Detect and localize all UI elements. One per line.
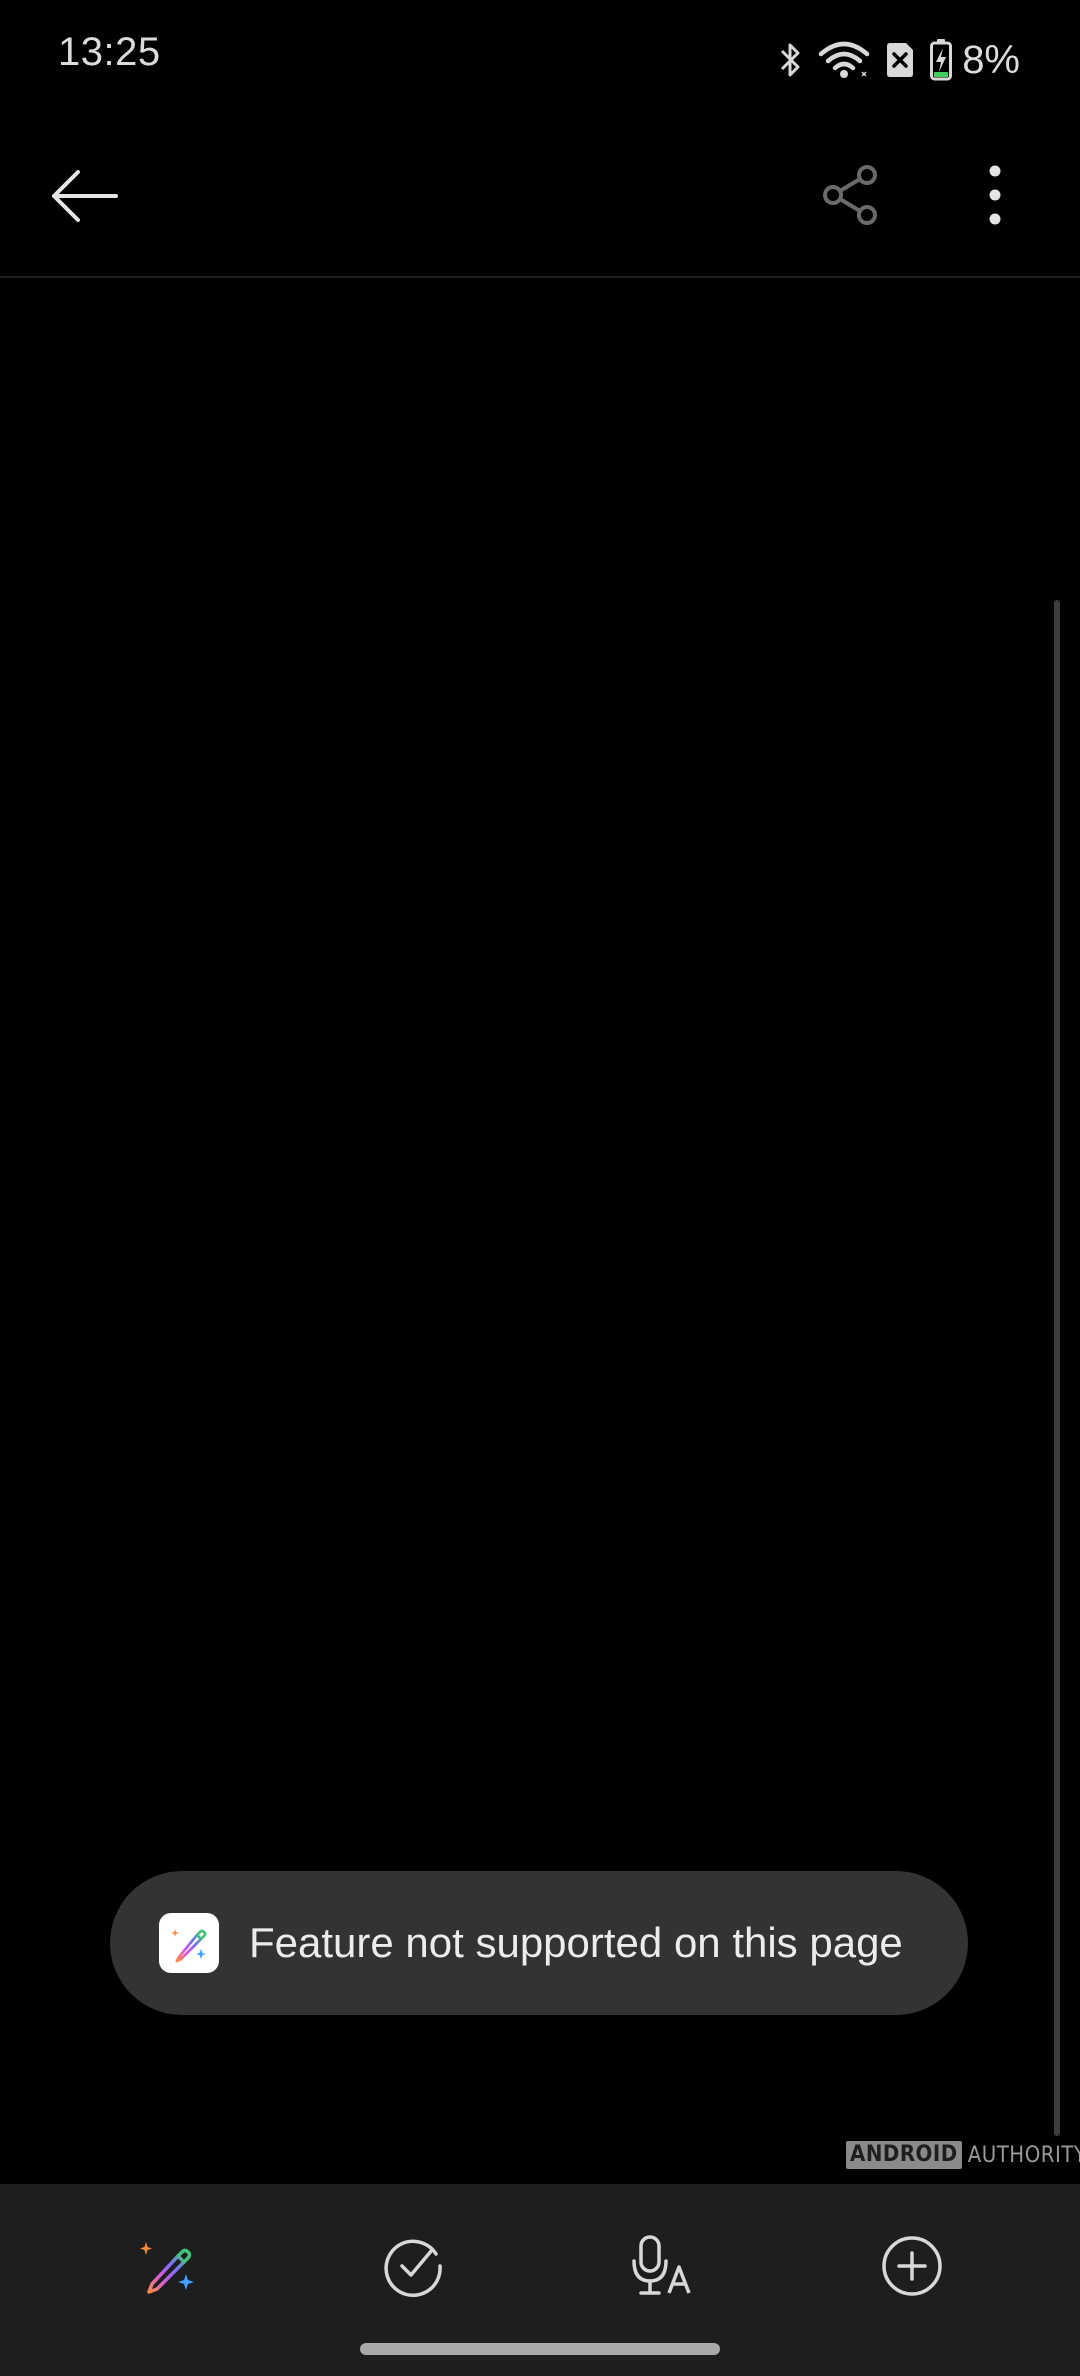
toast-notification: Feature not supported on this page <box>110 1871 968 2015</box>
toast-message: Feature not supported on this page <box>249 1919 903 1966</box>
add-button[interactable] <box>864 2220 960 2316</box>
more-options-button[interactable] <box>960 152 1030 242</box>
more-vertical-icon <box>987 165 1003 230</box>
scrollbar[interactable] <box>1054 600 1060 2136</box>
voice-to-text-icon <box>629 2231 699 2306</box>
watermark-brand-text: AUTHORITY <box>967 2142 1080 2168</box>
status-icons: 8% <box>778 30 1020 90</box>
wifi-icon <box>818 40 870 80</box>
battery-charging-icon <box>930 39 953 81</box>
ai-pen-sparkle-icon <box>136 2234 200 2303</box>
arrow-left-icon <box>48 168 120 229</box>
battery-percentage: 8% <box>962 37 1020 82</box>
voice-to-text-button[interactable] <box>616 2220 712 2316</box>
check-circle-icon <box>382 2234 446 2303</box>
app-bar <box>0 118 1080 278</box>
ai-assist-button[interactable] <box>120 2220 216 2316</box>
status-bar: 13:25 8% <box>0 0 1080 118</box>
share-button[interactable] <box>806 152 896 242</box>
bluetooth-icon <box>778 40 804 80</box>
watermark-brand-box: ANDROID <box>846 2141 962 2169</box>
back-button[interactable] <box>36 158 132 238</box>
ai-pen-sparkle-icon <box>159 1913 219 1973</box>
home-indicator[interactable] <box>360 2343 720 2355</box>
status-time: 13:25 <box>58 30 161 74</box>
no-sim-icon <box>884 40 916 80</box>
checklist-button[interactable] <box>366 2220 462 2316</box>
share-icon <box>819 163 883 232</box>
watermark: ANDROID AUTHORITY <box>846 2140 1080 2170</box>
add-circle-icon <box>880 2234 944 2303</box>
